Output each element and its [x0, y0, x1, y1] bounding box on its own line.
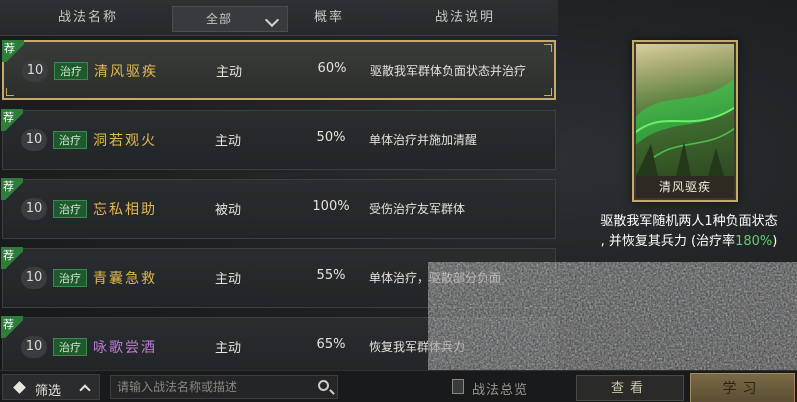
skill-rate: 55% [316, 268, 346, 283]
skill-row[interactable]: 荐 10 治疗 清风驱疾 主动 60% 驱散我军群体负面状态并治疗 [2, 40, 556, 100]
skill-rate: 100% [312, 199, 350, 214]
skill-level: 10 [21, 336, 47, 358]
recommended-badge-text: 荐 [3, 180, 14, 193]
table-header: 战法名称 全部 概率 战法说明 [0, 0, 558, 36]
detail-desc-pre: , 并恢复其兵力 (治疗率 [600, 234, 736, 249]
recommended-badge-text: 荐 [4, 42, 15, 55]
detail-desc-line1: 驱散我军随机两人1种负面状态 [600, 214, 778, 229]
skill-card[interactable]: 清风驱疾 [632, 40, 738, 202]
skill-name: 洞若观火 [93, 133, 157, 149]
skill-tag: 治疗 [54, 62, 88, 80]
filter-icon [13, 381, 26, 394]
skill-tag: 治疗 [53, 269, 87, 287]
skill-name: 青囊急救 [93, 271, 157, 287]
skill-level: 10 [21, 129, 47, 151]
skill-row[interactable]: 荐 10 治疗 忘私相助 被动 100% 受伤治疗友军群体 [1, 178, 556, 239]
skill-type: 主动 [215, 65, 242, 80]
recommended-badge: 荐 [1, 247, 23, 269]
skill-overview-link[interactable]: 战法总览 [472, 379, 528, 398]
skill-level: 10 [22, 60, 48, 82]
skill-tag: 治疗 [53, 338, 87, 356]
chevron-up-icon [79, 384, 91, 396]
skill-rate: 50% [316, 130, 346, 145]
skill-level: 10 [21, 198, 47, 220]
recommended-badge-text: 荐 [3, 249, 14, 262]
skill-tag: 治疗 [53, 200, 87, 218]
learn-button[interactable]: 学习 [690, 373, 795, 402]
recommended-badge-text: 荐 [3, 111, 14, 124]
skill-type: 主动 [214, 272, 241, 287]
skill-rate: 60% [317, 61, 347, 76]
skill-type: 被动 [214, 203, 241, 218]
filter-label: 筛选 [35, 384, 62, 399]
filter-button[interactable]: 筛选 [2, 374, 100, 400]
header-desc: 战法说明 [434, 10, 495, 25]
bottom-bar: 筛选 战法总览 查看 学习 [0, 370, 797, 402]
corner-ornament [544, 44, 552, 52]
skill-detail-description: 驱散我军随机两人1种负面状态 , 并恢复其兵力 (治疗率180%) [584, 212, 794, 252]
skill-description: 受伤治疗友军群体 [369, 202, 466, 216]
recommended-badge: 荐 [1, 316, 23, 338]
skill-level: 10 [21, 267, 47, 289]
skill-type: 主动 [214, 134, 241, 149]
detail-desc-line2: , 并恢复其兵力 (治疗率180%) [584, 232, 794, 252]
search-box [110, 375, 338, 399]
recommended-badge: 荐 [1, 109, 23, 131]
recommended-badge-text: 荐 [3, 318, 14, 331]
corner-ornament [6, 88, 14, 96]
skill-rate: 65% [316, 337, 346, 352]
skill-description: 驱散我军群体负面状态并治疗 [370, 64, 527, 78]
header-rate: 概率 [313, 10, 344, 25]
skill-name: 清风驱疾 [94, 64, 158, 80]
skill-card-art [636, 44, 734, 176]
view-button[interactable]: 查看 [576, 375, 684, 401]
type-filter-dropdown[interactable]: 全部 [172, 6, 288, 32]
header-name: 战法名称 [57, 10, 118, 25]
detail-desc-post: ) [772, 234, 778, 249]
skill-description: 单体治疗并施加清醒 [369, 133, 478, 147]
skill-type: 主动 [214, 341, 241, 356]
skill-name: 忘私相助 [93, 202, 157, 218]
corner-ornament [544, 88, 552, 96]
skill-card-label: 清风驱疾 [636, 176, 734, 198]
search-input[interactable] [117, 378, 307, 396]
chevron-down-icon [264, 12, 280, 28]
search-icon[interactable] [318, 380, 329, 391]
recommended-badge: 荐 [1, 178, 23, 200]
type-filter-label: 全部 [205, 12, 232, 26]
skill-name: 咏歌尝酒 [93, 340, 157, 356]
skill-tag: 治疗 [53, 131, 87, 149]
skill-row[interactable]: 荐 10 治疗 洞若观火 主动 50% 单体治疗并施加清醒 [1, 109, 556, 170]
heal-rate-value: 180% [735, 234, 773, 249]
book-icon[interactable] [452, 379, 464, 394]
recommended-badge: 荐 [2, 40, 24, 62]
